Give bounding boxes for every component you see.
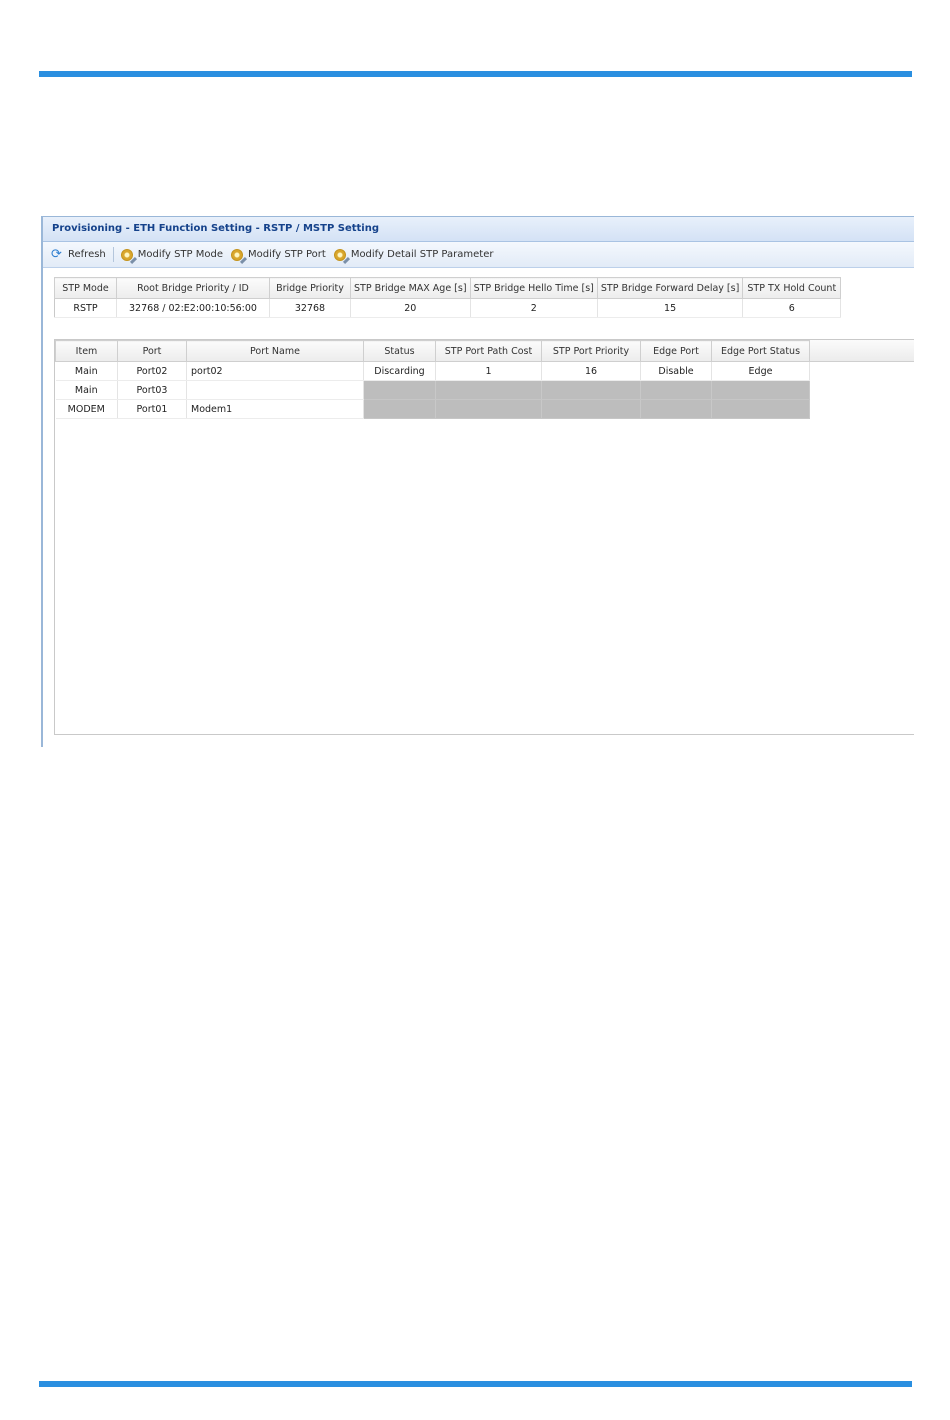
modify-stp-port-label: Modify STP Port [248,249,326,260]
table-row[interactable]: RSTP 32768 / 02:E2:00:10:56:00 32768 20 … [54,298,842,318]
column-header[interactable]: STP Port Path Cost [435,340,542,362]
table-cell [363,399,436,419]
column-header[interactable]: Status [363,340,436,362]
table-cell: Main [55,361,118,381]
table-cell: port02 [186,361,364,381]
toolbar-separator [112,247,114,262]
table-cell: Port02 [117,361,187,381]
refresh-icon: ⟳ [51,246,62,262]
table-cell: 15 [597,298,744,318]
refresh-label: Refresh [68,249,106,260]
bridge-table: STP Mode Root Bridge Priority / ID Bridg… [54,277,842,318]
table-cell: 32768 [269,298,351,318]
port-grid: Item Port Port Name Status STP Port Path… [54,339,914,735]
column-header[interactable]: STP Mode [54,277,117,299]
table-cell: 6 [742,298,842,318]
table-row[interactable]: Main Port03 [55,380,810,400]
port-table: Item Port Port Name Status STP Port Path… [55,340,810,419]
table-cell: Disable [640,361,712,381]
table-cell: 16 [541,361,641,381]
column-header[interactable]: Port Name [186,340,364,362]
column-header[interactable]: Item [55,340,118,362]
table-row[interactable]: MODEM Port01 Modem1 [55,399,810,419]
modify-stp-port-button[interactable]: Modify STP Port [227,245,330,265]
column-header[interactable]: Root Bridge Priority / ID [116,277,270,299]
column-header[interactable]: STP TX Hold Count [742,277,842,299]
table-cell [711,380,810,400]
table-cell [186,380,364,400]
table-cell: Modem1 [186,399,364,419]
column-header[interactable]: STP Bridge Hello Time [s] [469,277,598,299]
table-cell [363,380,436,400]
column-header[interactable]: Edge Port Status [711,340,810,362]
modify-detail-stp-parameter-label: Modify Detail STP Parameter [350,249,494,260]
table-cell [640,380,712,400]
modify-stp-mode-button[interactable]: Modify STP Mode [117,245,227,265]
table-cell: MODEM [55,399,118,419]
column-header[interactable]: STP Bridge Forward Delay [s] [596,277,744,299]
toolbar: ⟳ Refresh Modify STP Mode Modify STP Por… [43,242,914,268]
column-header[interactable]: STP Port Priority [541,340,641,362]
table-cell: Port03 [117,380,187,400]
bridge-header-row: STP Mode Root Bridge Priority / ID Bridg… [54,277,842,299]
table-cell [640,399,712,419]
column-header[interactable]: Edge Port [640,340,712,362]
bridge-grid: STP Mode Root Bridge Priority / ID Bridg… [54,277,914,318]
table-row[interactable]: Main Port02 port02 Discarding 1 16 Disab… [55,361,810,381]
table-cell: Main [55,380,118,400]
modify-detail-stp-parameter-button[interactable]: Modify Detail STP Parameter [330,245,498,265]
stp-setting-panel: Provisioning - ETH Function Setting - RS… [41,216,914,747]
table-cell: 20 [350,298,471,318]
gear-edit-icon [120,248,137,264]
column-header[interactable]: STP Bridge MAX Age [s] [350,277,471,299]
table-cell: Discarding [363,361,436,381]
port-header-row: Item Port Port Name Status STP Port Path… [55,340,810,362]
table-cell: 1 [435,361,542,381]
table-cell [541,399,641,419]
table-cell [541,380,641,400]
table-cell [435,399,542,419]
panel-title: Provisioning - ETH Function Setting - RS… [43,217,914,242]
footer-rule [39,1381,912,1387]
gear-edit-icon [333,248,350,264]
table-cell: RSTP [54,298,117,318]
column-header[interactable]: Port [117,340,187,362]
table-cell: Edge [711,361,810,381]
header-rule [39,71,912,77]
modify-stp-mode-label: Modify STP Mode [137,249,223,260]
table-cell [711,399,810,419]
table-cell: 2 [470,298,598,318]
table-cell: Port01 [117,399,187,419]
gear-edit-icon [231,248,248,264]
column-header[interactable]: Bridge Priority [269,277,351,299]
table-cell: 32768 / 02:E2:00:10:56:00 [116,298,270,318]
refresh-button[interactable]: ⟳ Refresh [47,245,110,265]
table-cell [435,380,542,400]
